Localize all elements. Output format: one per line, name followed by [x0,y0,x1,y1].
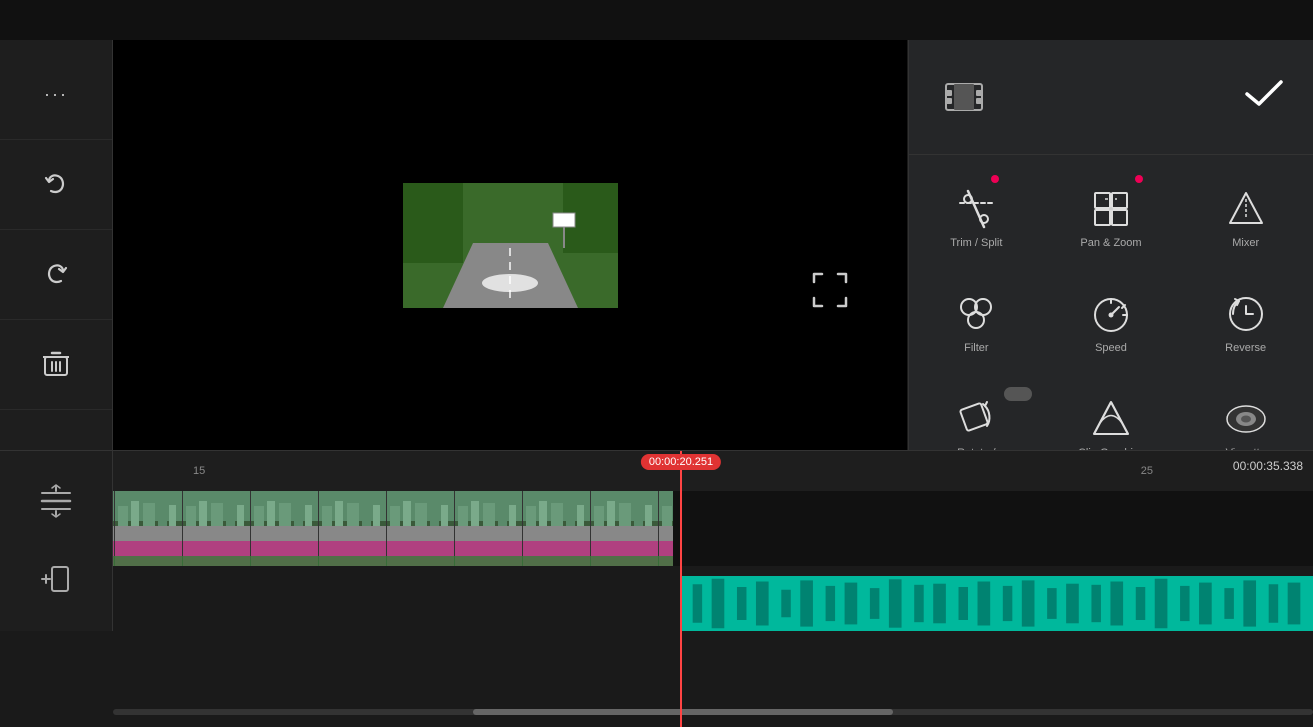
undo-button[interactable] [0,140,112,230]
right-panel: Trim / Split Pan & Zoom [908,40,1313,490]
fullscreen-icon [812,272,848,308]
timeline-scrollbar[interactable] [113,709,1313,715]
total-time: 00:00:35.338 [1233,459,1303,473]
pan-zoom-tool[interactable]: Pan & Zoom [1044,165,1179,270]
video-frame [403,53,618,438]
trash-icon [43,351,69,379]
film-icon [939,72,989,122]
ruler-marker-25: 25 [1141,465,1153,477]
speed-icon [1089,292,1133,336]
panel-header [909,40,1313,155]
speed-tool[interactable]: Speed [1044,270,1179,375]
confirm-button[interactable] [1245,79,1283,116]
ruler-marker-15: 15 [193,465,205,477]
timeline-controls [0,451,113,631]
mixer-icon [1224,187,1268,231]
pan-zoom-label: Pan & Zoom [1080,237,1141,249]
rotate-toggle[interactable] [1004,387,1032,401]
main-video-track[interactable]: 1.0x [113,491,1313,566]
rotate-icon [954,397,998,441]
add-track-button[interactable] [31,556,81,606]
reverse-icon [1224,292,1268,336]
filter-icon [954,292,998,336]
pan-zoom-icon [1089,187,1133,231]
current-time-label: 00:00:20.251 [641,454,721,470]
video-black-bottom [403,308,618,438]
reverse-tool[interactable]: Reverse [1178,270,1313,375]
filter-label: Filter [964,342,988,354]
mixer-tool[interactable]: Mixer [1178,165,1313,270]
more-options-icon: ··· [44,84,68,105]
time-display: 00:00:35.338 [1233,459,1303,473]
tools-grid: Trim / Split Pan & Zoom [909,155,1313,490]
video-content [403,183,618,308]
filter-tool[interactable]: Filter [909,270,1044,375]
scrollbar-thumb[interactable] [473,709,893,715]
trim-dot [991,175,999,183]
pan-zoom-dot [1135,175,1143,183]
redo-button[interactable] [0,230,112,320]
trim-split-label: Trim / Split [950,237,1002,249]
trim-split-tool[interactable]: Trim / Split [909,165,1044,270]
audio-track [113,576,1313,631]
track-resize-button[interactable] [31,476,81,526]
fullscreen-button[interactable] [810,270,850,310]
trim-split-icon [954,187,998,231]
clip-graphics-icon [1089,397,1133,441]
vignette-icon [1224,397,1268,441]
video-preview [113,40,907,450]
timeline: 15 25 00:00:35.338 00:00:20.251 [0,450,1313,727]
speed-label: Speed [1095,342,1127,354]
waveform-display [680,576,1313,631]
reverse-label: Reverse [1225,342,1266,354]
more-options-button[interactable]: ··· [0,50,112,140]
redo-icon [42,261,70,289]
timeline-playhead: 00:00:20.251 [680,451,682,727]
mixer-label: Mixer [1232,237,1259,249]
video-black-top [403,53,618,183]
undo-icon [42,171,70,199]
delete-button[interactable] [0,320,112,410]
top-bar [0,0,1313,40]
